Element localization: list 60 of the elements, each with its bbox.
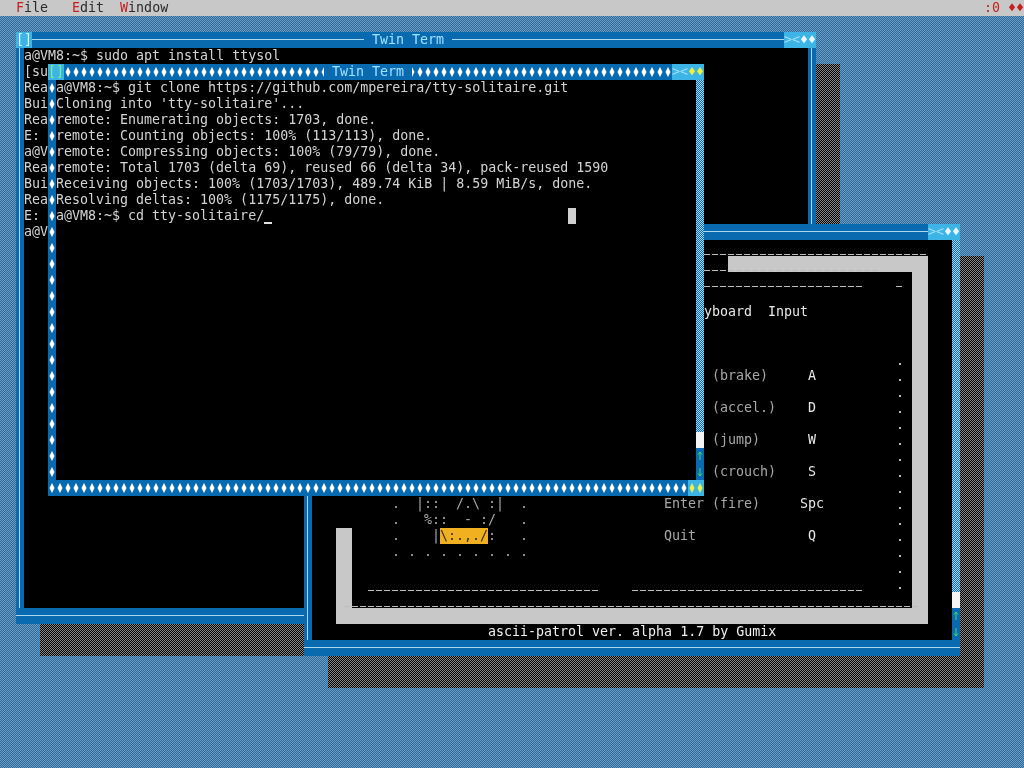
corner-button[interactable]: ♦♦ bbox=[1008, 0, 1024, 16]
action-label: (accel.) bbox=[712, 400, 777, 416]
terminal-line: remote: Compressing objects: 100% (79/79), done. bbox=[56, 144, 441, 160]
terminal-line: a@VM8:~$ cd tty-solitaire/ bbox=[56, 208, 265, 224]
menu-item[interactable]: Edit bbox=[72, 0, 105, 16]
terminal-line: E: bbox=[24, 128, 40, 144]
version-text: ascii-patrol ver. alpha 1.7 by Gumix bbox=[488, 624, 777, 640]
action-label: (crouch) bbox=[712, 464, 777, 480]
terminal-line: Receiving objects: 100% (1703/1703), 489.74 KiB | 8.59 MiB/s, done. bbox=[56, 176, 593, 192]
resize-button[interactable]: >< bbox=[784, 32, 800, 48]
key-label: Q bbox=[807, 528, 817, 544]
terminal-line: a@VM8:~$ sudo apt install ttysol bbox=[24, 48, 281, 64]
display-label: :0 bbox=[983, 0, 1000, 16]
terminal-line: [su bbox=[24, 64, 49, 80]
window-menu-button[interactable]: ♦♦ bbox=[944, 224, 960, 240]
ascii-art: . %:: - :/ . bbox=[392, 512, 529, 528]
scroll-thumb[interactable] bbox=[696, 432, 704, 448]
terminal-line: Resolving deltas: 100% (1175/1175), done. bbox=[56, 192, 385, 208]
terminal-line: Cloning into 'tty-solitaire'... bbox=[56, 96, 305, 112]
menu-heading: yboard bbox=[704, 304, 753, 320]
scroll-thumb[interactable] bbox=[952, 592, 960, 608]
terminal-line: remote: Enumerating objects: 1703, done. bbox=[56, 112, 377, 128]
ascii-art: : . bbox=[488, 528, 529, 544]
action-label: (brake) bbox=[712, 368, 769, 384]
close-button[interactable]: [] bbox=[48, 64, 64, 80]
key-label: W bbox=[807, 432, 817, 448]
mouse-pointer bbox=[568, 208, 576, 224]
close-button[interactable]: [] bbox=[16, 32, 32, 48]
terminal-line: remote: Total 1703 (delta 69), reused 66 (delta 34), pack-reused 1590 bbox=[56, 160, 609, 176]
terminal-line: a@V bbox=[24, 144, 49, 160]
window-menu-button[interactable]: ♦♦ bbox=[688, 64, 704, 80]
window-menu-button[interactable]: ♦♦ bbox=[800, 32, 816, 48]
action-label: (fire) bbox=[712, 496, 761, 512]
menu-item[interactable]: Window bbox=[120, 0, 169, 16]
terminal-line: a@VM8:~$ git clone https://github.com/mpereira/tty-solitaire.git bbox=[56, 80, 569, 96]
ascii-art: . | bbox=[392, 528, 441, 544]
terminal-line: a@V bbox=[24, 224, 49, 240]
terminal-line: remote: Counting objects: 100% (113/113), done. bbox=[56, 128, 433, 144]
highlighted-ascii-art: \:.,./ bbox=[440, 528, 489, 544]
terminal-line: Rea bbox=[24, 80, 49, 96]
terminal-line: Rea bbox=[24, 112, 49, 128]
key-label: A bbox=[807, 368, 817, 384]
key-label: Spc bbox=[800, 496, 824, 512]
resize-button[interactable]: >< bbox=[672, 64, 688, 80]
terminal-line: Rea bbox=[24, 160, 49, 176]
resize-button[interactable]: >< bbox=[928, 224, 944, 240]
terminal-line: Rea bbox=[24, 192, 49, 208]
key-label: S bbox=[807, 464, 817, 480]
control-label: Quit bbox=[664, 528, 697, 544]
terminal-line: Bui bbox=[24, 96, 49, 112]
ascii-art: . . . . . . . . . bbox=[392, 544, 529, 560]
window-title: Twin Term bbox=[323, 64, 413, 80]
menu-item[interactable]: File bbox=[16, 0, 49, 16]
key-label: D bbox=[807, 400, 817, 416]
menu-heading: Input bbox=[768, 304, 809, 320]
terminal-line: E: bbox=[24, 208, 40, 224]
action-label: (jump) bbox=[712, 432, 761, 448]
control-label: Enter bbox=[664, 496, 705, 512]
terminal-line: Bui bbox=[24, 176, 49, 192]
ascii-art: . |:: /.\ :| . bbox=[392, 496, 529, 512]
